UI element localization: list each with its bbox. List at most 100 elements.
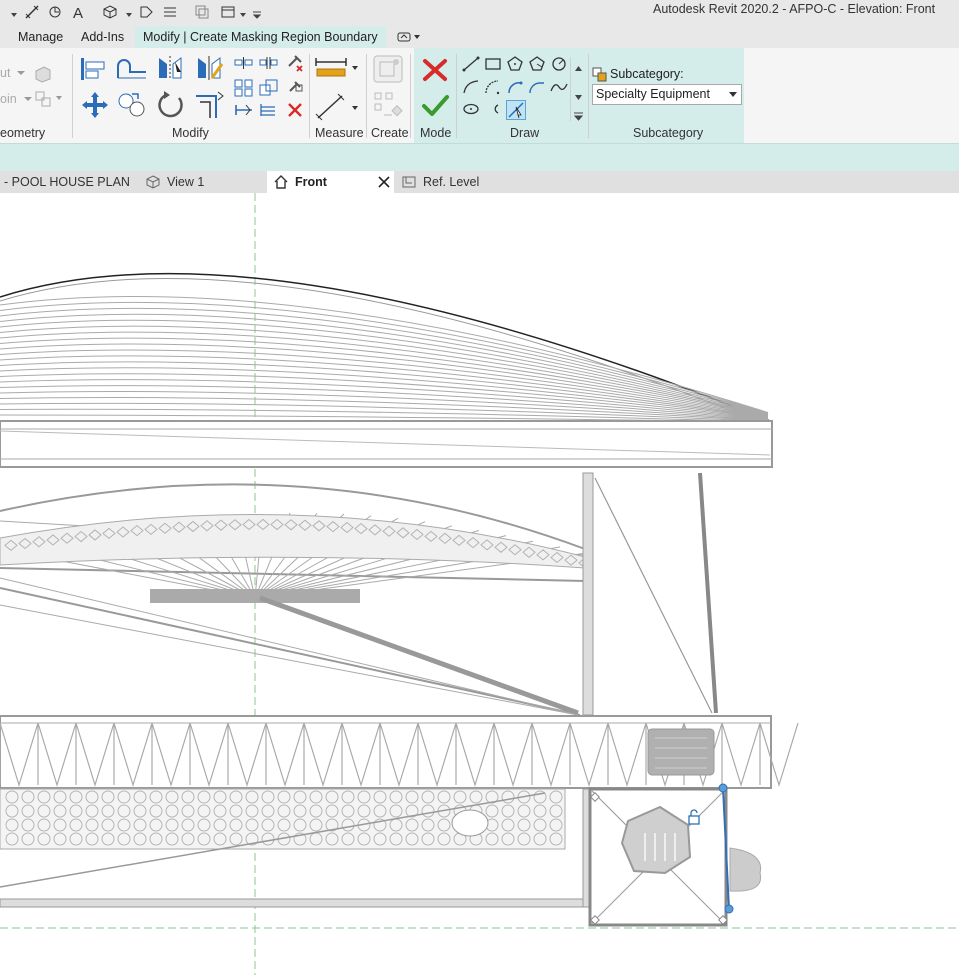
rotate-icon[interactable] — [156, 90, 186, 120]
finish-edit-mode-button[interactable] — [420, 91, 450, 119]
mirror-draw-axis-icon[interactable] — [194, 54, 224, 82]
panel-separator — [309, 54, 310, 138]
view-tab-label: Front — [295, 175, 327, 189]
wall-joins-icon[interactable] — [34, 65, 52, 83]
view-tab-bar: - POOL HOUSE PLAN View 1 Front Ref. Leve… — [0, 171, 959, 193]
drawing-canvas[interactable] — [0, 193, 959, 975]
trim-multiple-icon[interactable] — [259, 102, 279, 118]
panel-label-measure: Measure — [315, 126, 364, 140]
specialty-equipment[interactable] — [588, 787, 762, 927]
center-ends-arc-icon[interactable] — [484, 79, 502, 95]
move-icon[interactable] — [80, 90, 110, 120]
switch-windows-icon[interactable] — [218, 3, 238, 21]
cancel-edit-mode-button[interactable] — [420, 56, 450, 84]
elevation-drawing[interactable] — [0, 193, 959, 975]
panel-separator — [72, 54, 73, 138]
fan-canopy[interactable] — [0, 483, 592, 716]
panel-label-modify: Modify — [172, 126, 209, 140]
tangent-end-arc-icon[interactable] — [506, 79, 524, 95]
split-with-gap-icon[interactable] — [259, 55, 279, 71]
fillet-arc-icon[interactable] — [528, 79, 546, 95]
panel-label-create: Create — [371, 126, 409, 140]
panel-separator — [366, 54, 367, 138]
support-columns[interactable] — [582, 472, 718, 716]
copy-icon[interactable] — [116, 90, 148, 120]
chevron-down-icon — [729, 92, 737, 97]
options-bar — [0, 143, 959, 171]
subcategory-selected-value: Specialty Equipment — [596, 87, 710, 101]
view-tab-pool-house-plan[interactable]: - POOL HOUSE PLAN — [4, 171, 130, 193]
array-icon[interactable] — [234, 79, 254, 97]
truss-beam[interactable] — [0, 715, 799, 789]
trim-extend-corner-icon[interactable] — [194, 90, 226, 120]
join-geometry-button[interactable]: oin — [0, 92, 32, 106]
cut-geometry-button[interactable]: ut — [0, 66, 26, 80]
elevation-view-icon — [274, 175, 288, 189]
subcategory-dropdown[interactable]: Specialty Equipment — [592, 84, 742, 105]
close-icon[interactable] — [378, 176, 390, 188]
3d-view-icon[interactable] — [100, 3, 120, 21]
chevron-down-icon[interactable] — [10, 8, 18, 17]
view-tab-view-1[interactable]: View 1 — [140, 171, 260, 193]
chevron-down-icon[interactable] — [125, 8, 133, 17]
mirror-pick-axis-icon[interactable] — [155, 54, 185, 82]
pin-icon[interactable] — [285, 79, 305, 97]
view-tab-label: Ref. Level — [423, 175, 480, 189]
panel-label-subcategory: Subcategory — [633, 126, 704, 140]
delete-icon[interactable] — [285, 102, 305, 118]
3d-view-icon — [146, 175, 160, 189]
sketch-endpoint-grip[interactable] — [718, 783, 728, 793]
partial-ellipse-icon[interactable] — [484, 101, 502, 117]
tab-manage[interactable]: Manage — [10, 26, 71, 48]
ribbon: ut oin eometry Modify Measure Create Mod… — [0, 48, 959, 143]
create-similar-icon[interactable] — [372, 91, 404, 121]
subcategory-label: Subcategory: — [610, 67, 684, 81]
dome-roof[interactable] — [0, 272, 773, 468]
panel-label-mode: Mode — [420, 126, 452, 140]
view-tab-label: View 1 — [167, 175, 205, 189]
pick-lines-icon[interactable] — [506, 100, 526, 120]
inscribed-polygon-icon[interactable] — [506, 56, 524, 72]
draw-gallery-scroll[interactable] — [570, 57, 585, 121]
tab-add-ins[interactable]: Add-Ins — [73, 26, 132, 48]
align-icon[interactable] — [78, 54, 108, 82]
dimension-icon[interactable] — [22, 3, 42, 21]
view-tab-front[interactable]: Front — [267, 171, 394, 193]
tab-modify-create-masking-region[interactable]: Modify | Create Masking Region Boundary — [135, 26, 386, 48]
scale-icon[interactable] — [259, 79, 279, 97]
start-end-radius-arc-icon[interactable] — [462, 79, 480, 95]
split-element-icon[interactable] — [234, 55, 254, 71]
view-tab-ref-level[interactable]: Ref. Level — [398, 171, 518, 193]
join-label: oin — [0, 92, 17, 106]
sketch-endpoint-grip[interactable] — [724, 904, 734, 914]
quick-access-toolbar: A Autodesk Revit 2020.2 - AFPO-C - Eleva… — [0, 0, 959, 26]
cut-label: ut — [0, 66, 11, 80]
aligned-dimension-icon[interactable] — [314, 92, 362, 122]
close-views-icon[interactable] — [192, 3, 212, 21]
subcategory-icon — [592, 67, 608, 82]
rectangle-icon[interactable] — [484, 56, 502, 72]
ribbon-tab-bar: Manage Add-Ins Modify | Create Masking R… — [0, 26, 959, 48]
plan-view-icon — [402, 176, 416, 188]
minimize-ribbon-icon[interactable] — [395, 30, 423, 44]
create-group-icon[interactable] — [372, 54, 404, 84]
circle-icon[interactable] — [550, 56, 568, 72]
measure-icon[interactable] — [45, 3, 65, 21]
window-title: Autodesk Revit 2020.2 - AFPO-C - Elevati… — [653, 2, 936, 16]
ellipse-icon[interactable] — [462, 101, 480, 117]
panel-separator — [410, 54, 411, 138]
line-icon[interactable] — [462, 56, 480, 72]
customize-icon[interactable] — [252, 8, 262, 19]
spline-icon[interactable] — [550, 79, 568, 95]
unpin-icon[interactable] — [285, 54, 305, 72]
circumscribed-polygon-icon[interactable] — [528, 56, 546, 72]
chevron-down-icon[interactable] — [239, 8, 247, 17]
lower-screen-panel[interactable] — [0, 788, 592, 908]
tag-icon[interactable] — [136, 3, 156, 21]
split-face-icon[interactable] — [34, 90, 64, 108]
measure-between-icon[interactable] — [314, 56, 362, 80]
text-icon[interactable]: A — [69, 3, 89, 21]
offset-icon[interactable] — [116, 54, 148, 82]
trim-single-icon[interactable] — [234, 102, 254, 118]
thin-lines-icon[interactable] — [160, 3, 180, 21]
